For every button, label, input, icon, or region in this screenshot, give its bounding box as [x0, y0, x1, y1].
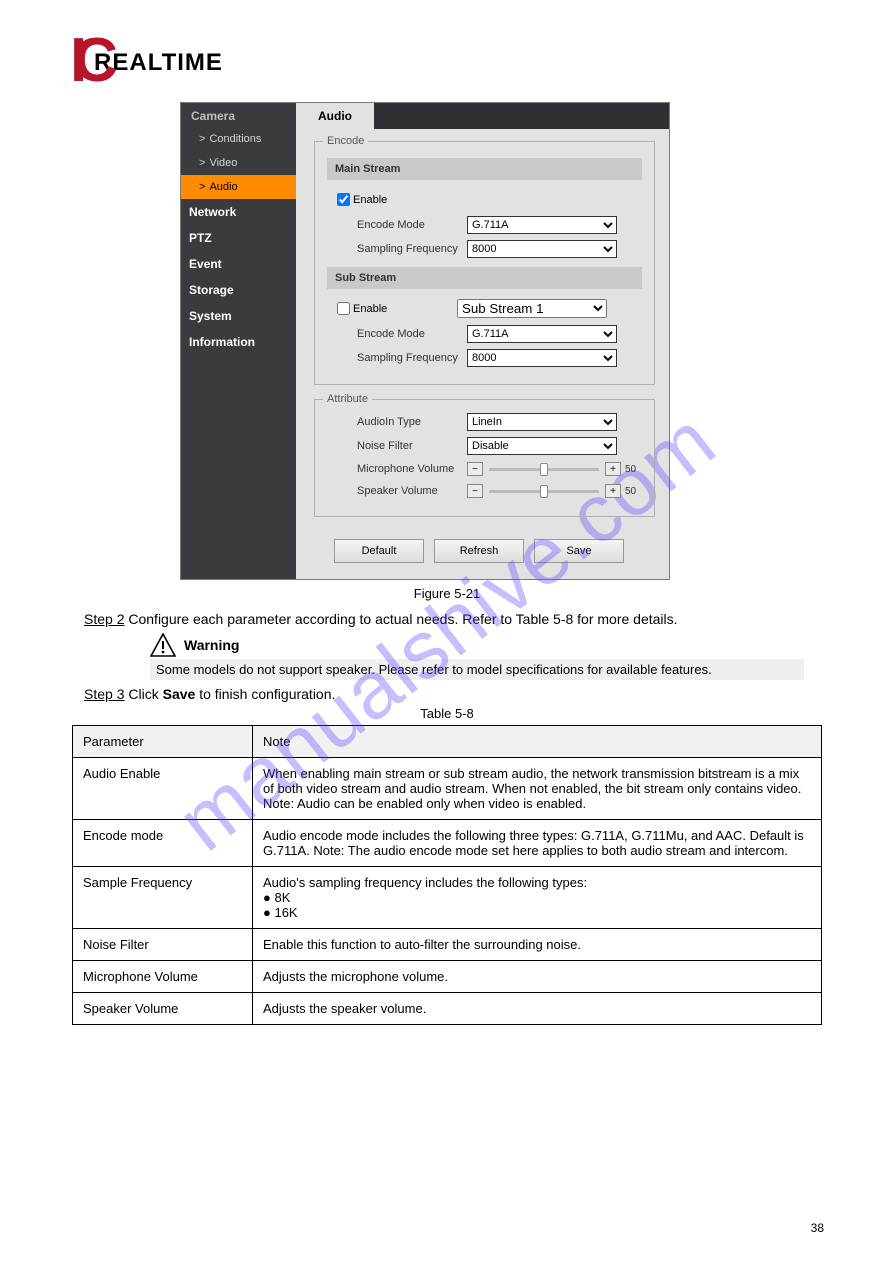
sidebar-item-event[interactable]: Event	[181, 251, 296, 277]
sub-stream-select[interactable]: Sub Stream 1	[457, 299, 607, 318]
step2-prefix: Step 2	[84, 611, 124, 627]
sidebar-item-storage[interactable]: Storage	[181, 277, 296, 303]
step3-body-a: Click	[128, 686, 162, 702]
step3-prefix: Step 3	[84, 686, 124, 702]
table-cell-param: Microphone Volume	[73, 961, 253, 993]
step2: Step 2 Configure each parameter accordin…	[84, 611, 834, 627]
default-button[interactable]: Default	[334, 539, 424, 563]
sub-encode-mode-label: Encode Mode	[357, 328, 467, 340]
spk-plus-button[interactable]: +	[605, 484, 621, 498]
step2-body: Configure each parameter according to ac…	[128, 611, 677, 627]
main-encode-mode-select[interactable]: G.711A	[467, 216, 617, 234]
spk-minus-button[interactable]: −	[467, 484, 483, 498]
logo: IC REALTIME	[70, 30, 834, 92]
sidebar-item-label: Audio	[209, 181, 237, 193]
sidebar: Camera > Conditions > Video > Audio Network…	[181, 103, 296, 579]
audioin-label: AudioIn Type	[357, 416, 467, 428]
sidebar-item-label: Video	[209, 157, 237, 169]
content-area: Audio Encode Main Stream Enable Encode M…	[296, 103, 669, 579]
sub-stream-header: Sub Stream	[327, 267, 642, 289]
warning-row: Warning	[150, 633, 834, 657]
chevron-icon: >	[199, 133, 205, 145]
encode-fieldset: Encode Main Stream Enable Encode Mode G.…	[314, 141, 655, 385]
warning-bar: Some models do not support speaker. Plea…	[150, 659, 804, 680]
table-cell-param: Speaker Volume	[73, 993, 253, 1025]
sidebar-group-camera: Camera	[181, 103, 296, 127]
table-cell-note: Enable this function to auto-filter the …	[253, 929, 822, 961]
spk-volume-label: Speaker Volume	[357, 485, 467, 497]
sidebar-item-network[interactable]: Network	[181, 199, 296, 225]
warning-label: Warning	[184, 637, 239, 653]
main-stream-header: Main Stream	[327, 158, 642, 180]
table-cell-note: Audio's sampling frequency includes the …	[253, 867, 822, 929]
sampling-label: Sampling Frequency	[357, 243, 467, 255]
step3-save: Save	[163, 686, 196, 702]
attribute-legend: Attribute	[323, 393, 372, 405]
table-cell-note: Adjusts the microphone volume.	[253, 961, 822, 993]
mic-volume-label: Microphone Volume	[357, 463, 467, 475]
encode-legend: Encode	[323, 135, 368, 147]
sidebar-item-conditions[interactable]: > Conditions	[181, 127, 296, 151]
main-enable-label: Enable	[353, 194, 387, 206]
step3: Step 3 Click Save to finish configuratio…	[84, 686, 834, 702]
main-sampling-select[interactable]: 8000	[467, 240, 617, 258]
mic-slider[interactable]	[489, 468, 599, 471]
sub-encode-mode-select[interactable]: G.711A	[467, 325, 617, 343]
attribute-fieldset: Attribute AudioIn Type LineIn Noise Filt…	[314, 399, 655, 517]
sidebar-item-audio[interactable]: > Audio	[181, 175, 296, 199]
table-cell-note: When enabling main stream or sub stream …	[253, 758, 822, 820]
sub-enable-label: Enable	[353, 303, 429, 315]
refresh-button[interactable]: Refresh	[434, 539, 524, 563]
spk-value: 50	[625, 486, 636, 497]
mic-plus-button[interactable]: +	[605, 462, 621, 476]
audio-settings-screenshot: Camera > Conditions > Video > Audio Network…	[180, 102, 670, 580]
th-parameter: Parameter	[73, 726, 253, 758]
main-enable-checkbox[interactable]	[337, 193, 350, 206]
table-cell-note: Adjusts the speaker volume.	[253, 993, 822, 1025]
save-button[interactable]: Save	[534, 539, 624, 563]
encode-mode-label: Encode Mode	[357, 219, 467, 231]
noise-select[interactable]: Disable	[467, 437, 617, 455]
table-cell-param: Noise Filter	[73, 929, 253, 961]
sub-enable-checkbox[interactable]	[337, 302, 350, 315]
tabbar: Audio	[296, 103, 669, 129]
params-table: Parameter Note Audio EnableWhen enabling…	[72, 725, 822, 1025]
table-cell-param: Audio Enable	[73, 758, 253, 820]
logo-ic: IC	[70, 30, 120, 92]
tab-audio[interactable]: Audio	[296, 103, 374, 129]
spk-slider[interactable]	[489, 490, 599, 493]
page-number: 38	[811, 1221, 824, 1235]
sidebar-item-information[interactable]: Information	[181, 329, 296, 355]
table-cell-param: Encode mode	[73, 820, 253, 867]
mic-minus-button[interactable]: −	[467, 462, 483, 476]
sidebar-item-video[interactable]: > Video	[181, 151, 296, 175]
chevron-icon: >	[199, 157, 205, 169]
th-note: Note	[253, 726, 822, 758]
figure-caption: Figure 5-21	[60, 586, 834, 601]
sidebar-item-ptz[interactable]: PTZ	[181, 225, 296, 251]
table-cell-param: Sample Frequency	[73, 867, 253, 929]
sub-sampling-label: Sampling Frequency	[357, 352, 467, 364]
sidebar-item-label: Conditions	[209, 133, 261, 145]
sidebar-item-system[interactable]: System	[181, 303, 296, 329]
noise-label: Noise Filter	[357, 440, 467, 452]
mic-value: 50	[625, 464, 636, 475]
step3-body-b: to finish configuration.	[195, 686, 335, 702]
sub-sampling-select[interactable]: 8000	[467, 349, 617, 367]
audioin-select[interactable]: LineIn	[467, 413, 617, 431]
table-caption: Table 5-8	[60, 706, 834, 721]
warning-icon	[150, 633, 176, 657]
chevron-icon: >	[199, 181, 205, 193]
table-cell-note: Audio encode mode includes the following…	[253, 820, 822, 867]
